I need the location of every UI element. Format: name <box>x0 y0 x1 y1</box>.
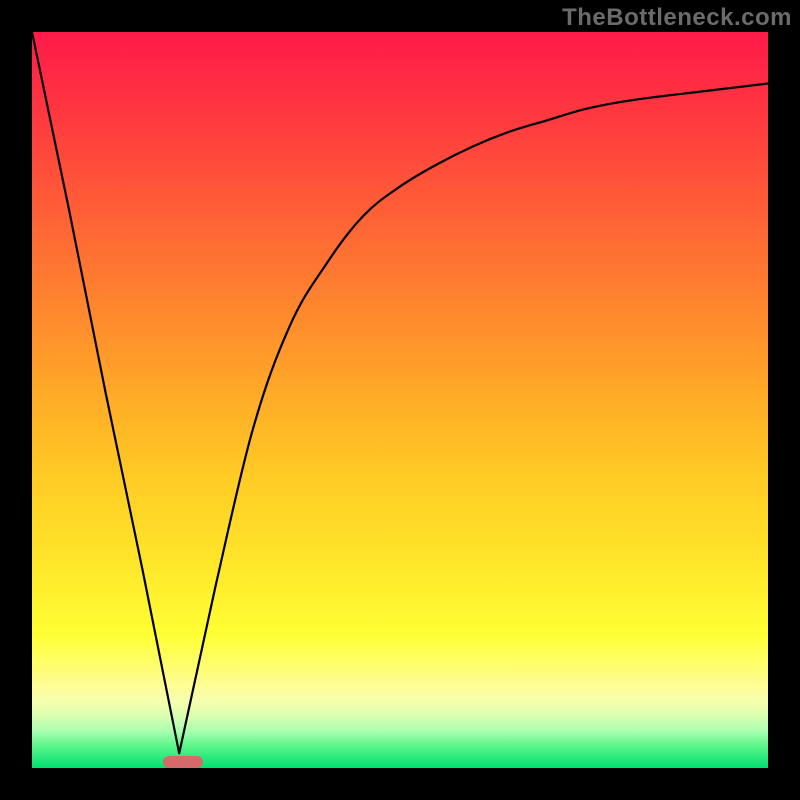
bottleneck-curve <box>32 32 768 768</box>
optimum-marker <box>163 756 203 768</box>
watermark-text: TheBottleneck.com <box>562 4 792 32</box>
chart-frame: TheBottleneck.com <box>0 0 800 800</box>
